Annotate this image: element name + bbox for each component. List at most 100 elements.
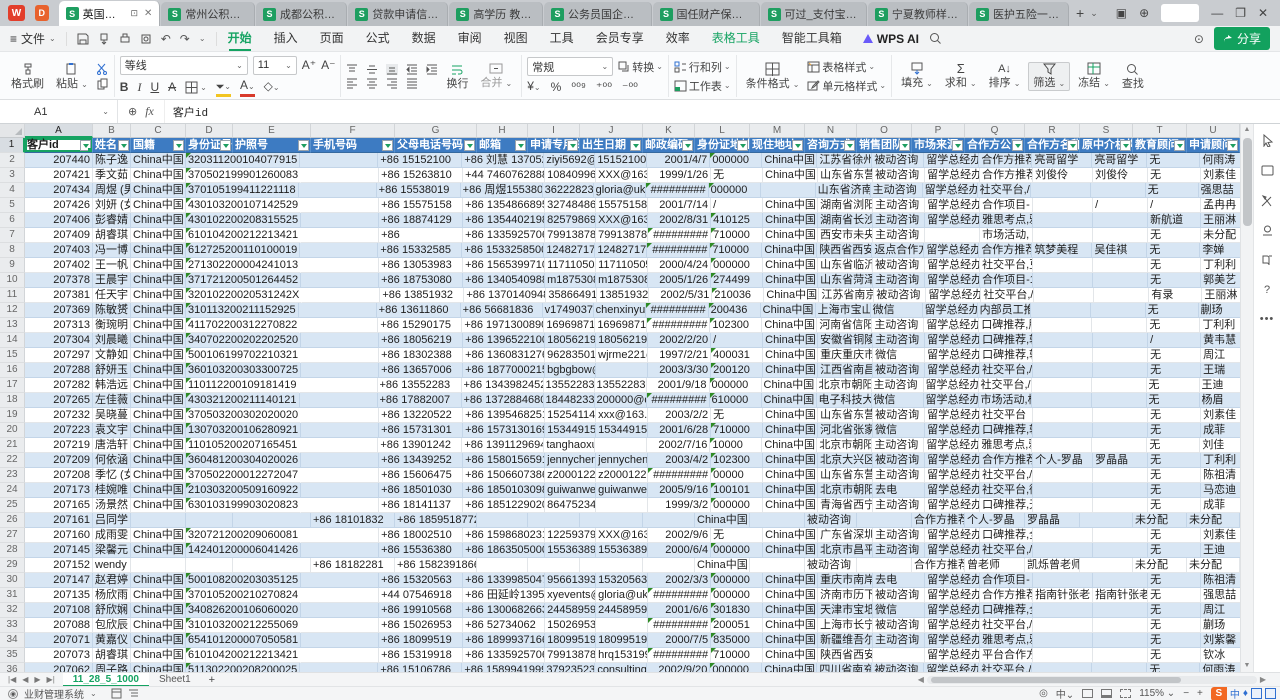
upload-cloud-icon[interactable]: ⊙ — [1194, 32, 1204, 46]
cell-G24[interactable]: +86 1850103098 — [463, 483, 545, 498]
cell-R4[interactable] — [1091, 183, 1146, 198]
cell-H23[interactable]: z20001227 — [545, 468, 596, 483]
cell-M13[interactable]: 河南省信阳 — [817, 318, 872, 333]
ime-keyboard-icon[interactable] — [1251, 688, 1262, 699]
cell-G28[interactable]: +86 1863505000 — [463, 543, 545, 558]
row-header-17[interactable]: 17 — [0, 378, 25, 393]
cell-M11[interactable]: 江苏省南京 — [819, 288, 874, 303]
cell-L28[interactable]: China中国 — [763, 543, 818, 558]
cell-S5[interactable]: / — [1148, 198, 1201, 213]
cell-R17[interactable] — [1092, 378, 1147, 393]
cell-P10[interactable]: 合作项目-1 — [980, 273, 1033, 288]
cell-B21[interactable]: 唐浩轩 (男) — [93, 438, 131, 453]
cell-L33[interactable]: China中国 — [763, 618, 818, 633]
conditional-format-button[interactable]: 条件格式 ⌄ — [742, 62, 804, 91]
cell-B31[interactable]: 杨欣雨 (女) — [93, 588, 131, 603]
cell-B32[interactable]: 舒欣娴 (女) — [93, 603, 131, 618]
increase-font-icon[interactable]: A⁺ — [302, 58, 316, 72]
cell-S2[interactable]: 无 — [1147, 153, 1200, 168]
tools-icon[interactable] — [1261, 194, 1274, 207]
cell-L26[interactable]: China中国 — [695, 513, 750, 528]
prev-sheet-icon[interactable]: ◀ — [22, 675, 28, 684]
cell-K22[interactable]: 102300 — [711, 453, 763, 468]
cell-O13[interactable]: 留学总经办 — [924, 318, 979, 333]
cell-C36[interactable]: China中国 — [131, 663, 186, 672]
cell-F20[interactable]: +86 15731301 — [379, 423, 463, 438]
cell-B33[interactable]: 包欣辰 (女) — [93, 618, 131, 633]
cell-E14[interactable] — [301, 333, 379, 348]
cell-Q2[interactable]: 亮哥留学 — [1032, 153, 1092, 168]
column-header-N[interactable]: N — [805, 124, 857, 138]
help-icon[interactable]: ? — [1264, 284, 1270, 296]
cell-C4[interactable]: China中国 — [131, 183, 186, 198]
cell-M35[interactable]: 陕西省西安 — [818, 648, 873, 663]
filter-dropdown-icon[interactable] — [515, 140, 526, 151]
cell-F14[interactable]: +86 18056219 — [379, 333, 463, 348]
cell-H19[interactable]: 152541145 — [545, 408, 596, 423]
cell-F24[interactable]: +86 18501030 — [379, 483, 463, 498]
next-sheet-icon[interactable]: ▶ — [34, 675, 40, 684]
cell-F26[interactable]: +86 18101832 — [311, 513, 395, 528]
cell-J14[interactable]: 2002/2/20 — [648, 333, 711, 348]
header-cell-P[interactable]: 市场来源 — [912, 138, 965, 153]
cell-J4[interactable]: ######### — [646, 183, 709, 198]
cell-I16[interactable] — [596, 363, 648, 378]
document-tab[interactable]: S成都公积金.xlsx — [256, 2, 347, 26]
cell-O26[interactable] — [857, 513, 912, 528]
cell-O31[interactable]: 留学总经办 — [925, 588, 980, 603]
cell-O28[interactable]: 留学总经办 — [925, 543, 980, 558]
cell-B28[interactable]: 梁馨元 (女) — [93, 543, 131, 558]
cell-H20[interactable]: 153449155 — [545, 423, 596, 438]
fill-button[interactable]: 填充 ⌄ — [897, 62, 937, 90]
row-header-6[interactable]: 6 — [0, 213, 25, 228]
cell-K32[interactable]: 301830 — [711, 603, 763, 618]
cell-Q36[interactable] — [1032, 663, 1092, 672]
cell-H31[interactable]: xyevents@ — [545, 588, 596, 603]
cell-I20[interactable]: 153449155 — [596, 423, 648, 438]
cell-T35[interactable]: 钦冰 — [1201, 648, 1240, 663]
cell-A2[interactable]: 207440 — [25, 153, 93, 168]
cell-T20[interactable]: 成菲 — [1201, 423, 1240, 438]
cell-C2[interactable]: China中国 — [131, 153, 186, 168]
cell-A18[interactable]: 207265 — [25, 393, 93, 408]
cell-S23[interactable]: 无 — [1148, 468, 1201, 483]
cell-J15[interactable]: 1997/2/21 — [648, 348, 711, 363]
cell-P30[interactable]: 合作项目- — [980, 573, 1033, 588]
row-header-5[interactable]: 5 — [0, 198, 25, 213]
cell-E12[interactable] — [299, 303, 377, 318]
header-cell-D[interactable]: 身份证号 — [186, 138, 233, 153]
cell-I34[interactable]: 180995191 — [596, 633, 648, 648]
column-header-O[interactable]: O — [857, 124, 912, 138]
cell-L5[interactable]: China中国 — [763, 198, 818, 213]
cell-L27[interactable]: China中国 — [763, 528, 818, 543]
cell-C29[interactable] — [131, 558, 186, 573]
cell-G23[interactable]: +86 1506607386 — [463, 468, 545, 483]
cell-K25[interactable]: 000000 — [711, 498, 763, 513]
cell-C33[interactable]: China中国 — [131, 618, 186, 633]
cell-K27[interactable]: 无 — [711, 528, 763, 543]
row-header-11[interactable]: 11 — [0, 288, 25, 303]
font-color-button[interactable]: A⌄ — [240, 78, 255, 97]
cell-P9[interactable]: 社交平台,豆 — [980, 258, 1033, 273]
cell-C13[interactable]: China中国 — [131, 318, 186, 333]
cell-F27[interactable]: +86 18002510 — [379, 528, 463, 543]
document-tab[interactable]: S英国留学生...⊡✕ — [59, 1, 161, 26]
outline-icon[interactable] — [128, 688, 139, 699]
cell-L23[interactable]: China中国 — [763, 468, 818, 483]
row-header-31[interactable]: 31 — [0, 588, 25, 603]
undo-icon[interactable]: ↶ — [161, 32, 171, 46]
cell-K5[interactable]: / — [711, 198, 763, 213]
cell-G11[interactable]: +86 1370140948 — [464, 288, 546, 303]
column-header-A[interactable]: A — [25, 124, 93, 138]
cell-D24[interactable]: 210303200509160922 — [186, 483, 301, 498]
cell-M22[interactable]: 北京大兴区 — [818, 453, 873, 468]
row-header-25[interactable]: 25 — [0, 498, 25, 513]
filter-dropdown-icon[interactable] — [844, 140, 855, 151]
underline-button[interactable]: U — [150, 80, 159, 94]
cell-H29[interactable] — [477, 558, 528, 573]
cell-G36[interactable]: +86 1589941999 — [462, 663, 544, 672]
menu-tab-工具[interactable]: 工具 — [539, 26, 585, 51]
cell-J18[interactable]: ######### — [647, 393, 710, 408]
cell-H16[interactable]: bgbgbow@ — [545, 363, 596, 378]
cell-F15[interactable]: +86 18302388 — [379, 348, 463, 363]
